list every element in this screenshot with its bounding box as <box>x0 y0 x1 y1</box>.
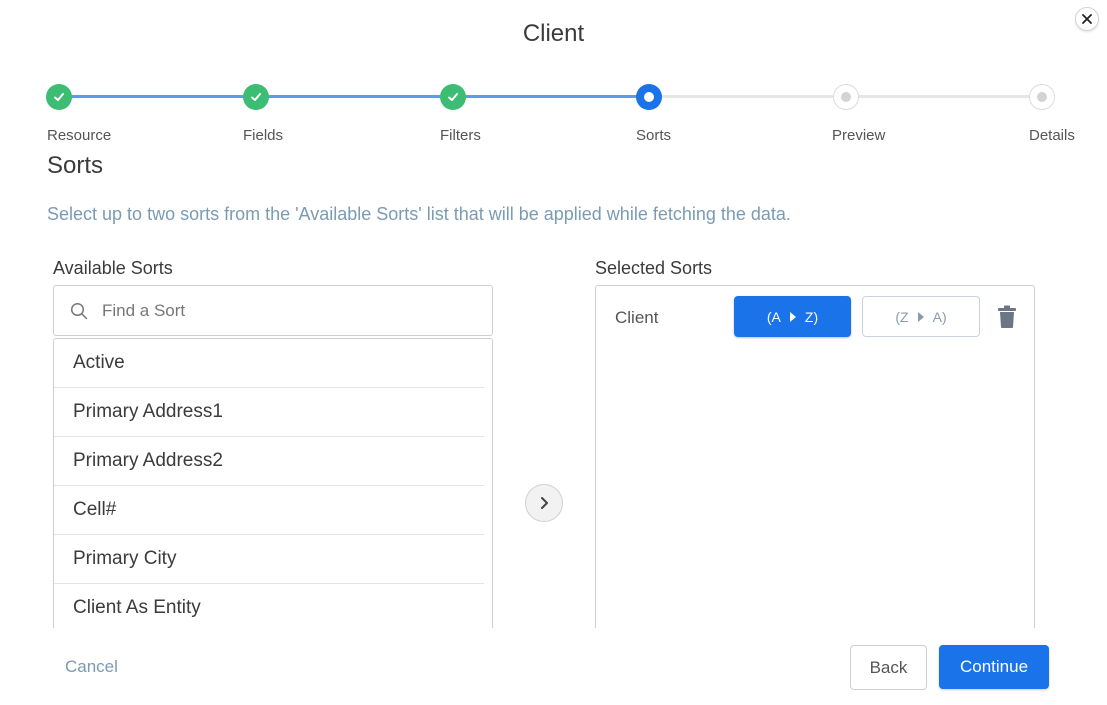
step-filters-complete[interactable] <box>440 84 466 110</box>
selected-sorts-panel: Client (A Z) (Z A) <box>595 285 1035 628</box>
list-item[interactable]: Primary Address2 <box>54 437 484 486</box>
desc-to-label: A) <box>932 308 947 325</box>
arrow-right-icon <box>917 311 924 322</box>
chevron-right-icon <box>541 497 548 509</box>
available-sorts-label: Available Sorts <box>53 258 173 278</box>
available-sorts-list[interactable]: Active Primary Address1 Primary Address2… <box>53 338 493 628</box>
step-connector <box>59 95 256 98</box>
step-preview-pending <box>833 84 859 110</box>
step-label-sorts: Sorts <box>636 127 672 144</box>
selected-sort-name: Client <box>615 308 659 327</box>
instruction-text: Select up to two sorts from the 'Availab… <box>47 204 791 224</box>
sort-ascending-button[interactable]: (A Z) <box>734 296 851 337</box>
step-fields-complete[interactable] <box>243 84 269 110</box>
continue-button[interactable]: Continue <box>939 645 1049 689</box>
dialog-title: Client <box>522 20 585 47</box>
check-icon <box>448 93 458 101</box>
step-label-details: Details <box>1029 127 1075 144</box>
step-label-filters: Filters <box>440 127 481 144</box>
move-to-selected-button[interactable] <box>525 484 563 522</box>
check-icon <box>54 93 64 101</box>
step-connector <box>256 95 453 98</box>
asc-from-label: (A <box>766 308 781 325</box>
selected-sorts-label: Selected Sorts <box>595 258 713 278</box>
arrow-right-icon <box>789 311 796 322</box>
step-connector <box>650 95 846 98</box>
step-label-resource: Resource <box>47 127 112 144</box>
search-icon <box>70 302 88 319</box>
sort-descending-button[interactable]: (Z A) <box>862 296 980 337</box>
list-item[interactable]: Cell# <box>54 486 484 535</box>
step-connector <box>846 95 1042 98</box>
check-icon <box>251 93 261 101</box>
wizard-stepper: Resource Fields Filters Sorts Preview De… <box>0 80 1107 150</box>
sort-search-input[interactable] <box>102 300 462 321</box>
sort-search-box[interactable] <box>53 285 493 336</box>
list-item[interactable]: Client As Entity <box>54 584 484 628</box>
step-sorts-current <box>636 84 662 110</box>
step-label-fields: Fields <box>243 127 284 144</box>
step-label-preview: Preview <box>832 127 886 144</box>
remove-sort-button[interactable] <box>997 305 1017 329</box>
list-item[interactable]: Active <box>54 339 484 388</box>
section-title: Sorts <box>47 152 104 179</box>
asc-to-label: Z) <box>804 308 819 325</box>
list-item[interactable]: Primary Address1 <box>54 388 484 437</box>
list-item[interactable]: Primary City <box>54 535 484 584</box>
step-resource-complete[interactable] <box>46 84 72 110</box>
desc-from-label: (Z <box>895 308 909 325</box>
step-details-pending <box>1029 84 1055 110</box>
back-button[interactable]: Back <box>850 645 927 690</box>
step-connector <box>453 95 650 98</box>
trash-icon <box>998 305 1016 328</box>
cancel-link[interactable]: Cancel <box>65 657 118 677</box>
